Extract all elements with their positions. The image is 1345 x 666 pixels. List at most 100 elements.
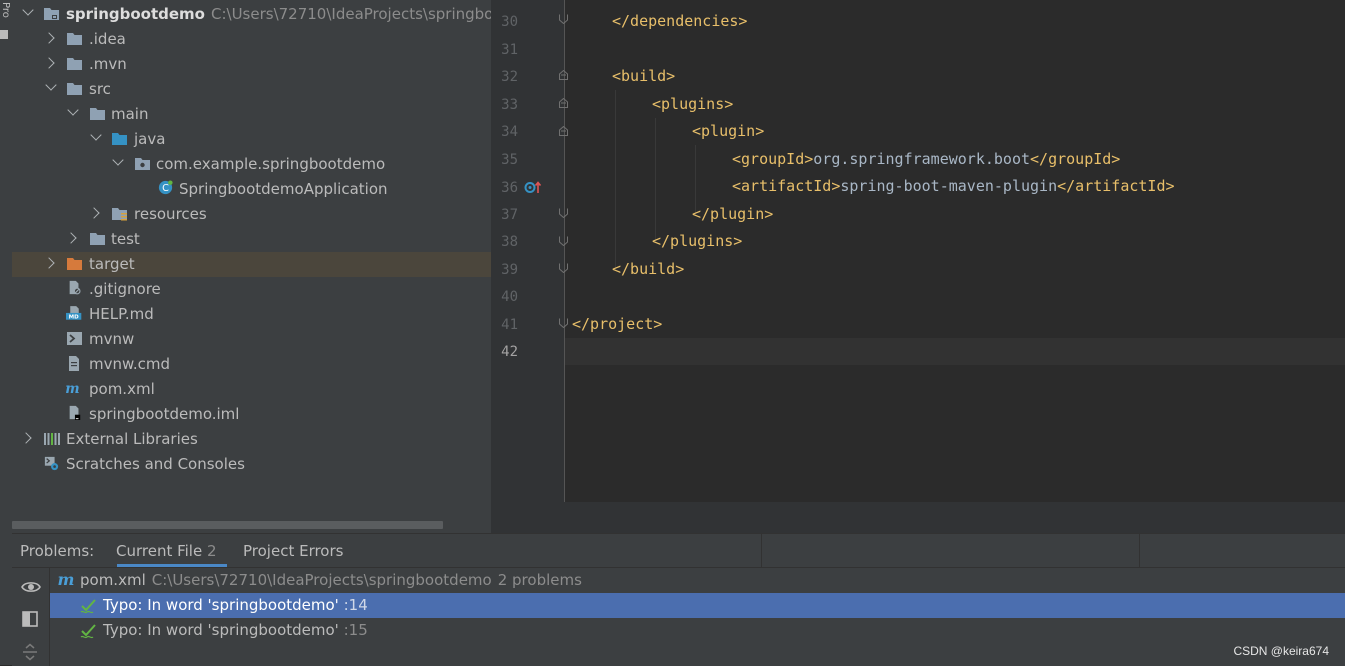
tree-row-gitignore[interactable]: .gitignore (12, 277, 491, 302)
chevron-down-icon[interactable] (45, 79, 57, 91)
tree-item-label: test (111, 230, 140, 248)
line-number: 31 (501, 42, 518, 58)
expand-all-icon[interactable] (22, 643, 38, 661)
xml-tag: </artifactId> (1057, 177, 1175, 195)
fold-marker-icon[interactable] (559, 126, 568, 136)
tree-row-test[interactable]: test (12, 227, 491, 252)
line-number: 40 (501, 289, 518, 305)
xml-tag: <groupId> (732, 150, 814, 168)
tab-project-errors[interactable]: Project Errors (243, 542, 343, 560)
tree-item-label: com.example.springbootdemo (156, 155, 386, 173)
code-editor[interactable]: 30 31 32 33 34 35 36 37 38 39 40 41 42 <… (491, 0, 1345, 533)
tree-row-mvn[interactable]: .mvn (12, 52, 491, 77)
fold-marker-icon[interactable] (559, 98, 568, 108)
problem-text: Typo: In word 'springbootdemo' (103, 621, 339, 639)
line-number: 35 (501, 152, 518, 168)
tree-item-label: pom.xml (89, 380, 155, 398)
tool-window-icon[interactable] (0, 30, 8, 39)
xml-tag: </groupId> (1030, 150, 1121, 168)
tree-row-java[interactable]: java (12, 127, 491, 152)
tree-row-mvnw[interactable]: mvnw (12, 327, 491, 352)
svg-text:MD: MD (69, 314, 79, 320)
indent-guide (615, 90, 616, 270)
tree-row-help-md[interactable]: MD HELP.md (12, 302, 491, 327)
java-class-icon: C (158, 180, 173, 195)
fold-marker-icon[interactable] (559, 70, 568, 80)
fold-marker-icon[interactable] (559, 318, 568, 328)
code-line-32: <build> (612, 67, 676, 85)
problems-toolbar (12, 568, 50, 666)
tree-row-iml[interactable]: springbootdemo.iml (12, 402, 491, 427)
folder-icon (67, 83, 82, 95)
chevron-down-icon[interactable] (90, 129, 102, 141)
folder-icon (90, 233, 105, 245)
chevron-right-icon[interactable] (43, 257, 55, 269)
tree-item-label: src (89, 80, 111, 98)
tree-row-external-libraries[interactable]: External Libraries (12, 427, 491, 452)
problems-panel: Problems: Current File 2 Project Errors … (12, 533, 1345, 666)
preview-panel-icon[interactable] (22, 611, 38, 627)
overrides-method-icon[interactable] (524, 180, 542, 195)
tree-row-main[interactable]: main (12, 102, 491, 127)
chevron-right-icon[interactable] (43, 57, 55, 69)
chevron-down-icon[interactable] (112, 154, 124, 166)
watermark: CSDN @keira674 (1233, 644, 1329, 658)
eye-icon[interactable] (21, 580, 41, 594)
tree-row-scratches[interactable]: Scratches and Consoles (12, 452, 491, 477)
fold-marker-icon[interactable] (559, 263, 568, 273)
tree-item-label: mvnw (89, 330, 135, 348)
chevron-right-icon[interactable] (20, 432, 32, 444)
folder-icon (90, 108, 105, 120)
library-icon (44, 433, 60, 445)
fold-marker-icon[interactable] (559, 236, 568, 246)
chevron-down-icon[interactable] (67, 104, 79, 116)
tree-row-root[interactable]: springbootdemo C:\Users\72710\IdeaProject… (12, 2, 491, 27)
line-number: 38 (501, 234, 518, 250)
tree-row-package[interactable]: com.example.springbootdemo (12, 152, 491, 177)
line-number: 41 (501, 317, 518, 333)
project-tool-tab[interactable]: Pro (0, 2, 11, 18)
tree-row-src[interactable]: src (12, 77, 491, 102)
problem-file-row[interactable]: m pom.xml C:\Users\72710\IdeaProjects\spr… (50, 568, 1345, 593)
problem-item[interactable]: Typo: In word 'springbootdemo' :14 (50, 593, 1345, 618)
tree-row-idea[interactable]: .idea (12, 27, 491, 52)
code-line-37: </plugin> (692, 205, 774, 223)
line-number: 30 (501, 14, 518, 30)
tree-item-label: mvnw.cmd (89, 355, 171, 373)
tree-row-pom-xml[interactable]: m pom.xml (12, 377, 491, 402)
horizontal-scrollbar[interactable] (12, 521, 443, 529)
chevron-right-icon[interactable] (65, 232, 77, 244)
tree-row-application-class[interactable]: C SpringbootdemoApplication (12, 177, 491, 202)
typo-check-icon (80, 624, 96, 639)
line-number: 34 (501, 124, 518, 140)
problems-tabs: Problems: Current File 2 Project Errors (12, 534, 1345, 568)
tree-row-mvnw-cmd[interactable]: mvnw.cmd (12, 352, 491, 377)
tree-item-label: resources (134, 205, 207, 223)
fold-marker-icon[interactable] (559, 208, 568, 218)
problem-item[interactable]: Typo: In word 'springbootdemo' :15 (50, 618, 1345, 643)
code-line-34: <plugin> (692, 122, 765, 140)
line-number: 36 (501, 180, 518, 196)
maven-icon: m (65, 381, 79, 396)
tab-current-file[interactable]: Current File 2 (116, 542, 217, 560)
code-line-38: </plugins> (652, 232, 743, 250)
chevron-down-icon[interactable] (22, 4, 34, 16)
tree-item-label: HELP.md (89, 305, 154, 323)
line-number: 39 (501, 262, 518, 278)
fold-marker-icon[interactable] (559, 14, 568, 24)
resources-folder-icon (112, 208, 127, 221)
problem-file-name: pom.xml (80, 571, 146, 589)
svg-text:C: C (162, 183, 169, 194)
tree-item-label: springbootdemo.iml (89, 405, 240, 423)
svg-text:m: m (65, 381, 79, 396)
tree-row-target[interactable]: target (12, 252, 491, 277)
chevron-right-icon[interactable] (88, 207, 100, 219)
tree-item-label: .gitignore (89, 280, 161, 298)
line-number: 32 (501, 69, 518, 85)
current-line-highlight (565, 338, 1345, 365)
problem-count: 2 problems (497, 571, 582, 589)
folder-icon (67, 33, 82, 45)
tree-row-resources[interactable]: resources (12, 202, 491, 227)
chevron-right-icon[interactable] (43, 32, 55, 44)
code-line-30: </dependencies> (612, 12, 748, 30)
